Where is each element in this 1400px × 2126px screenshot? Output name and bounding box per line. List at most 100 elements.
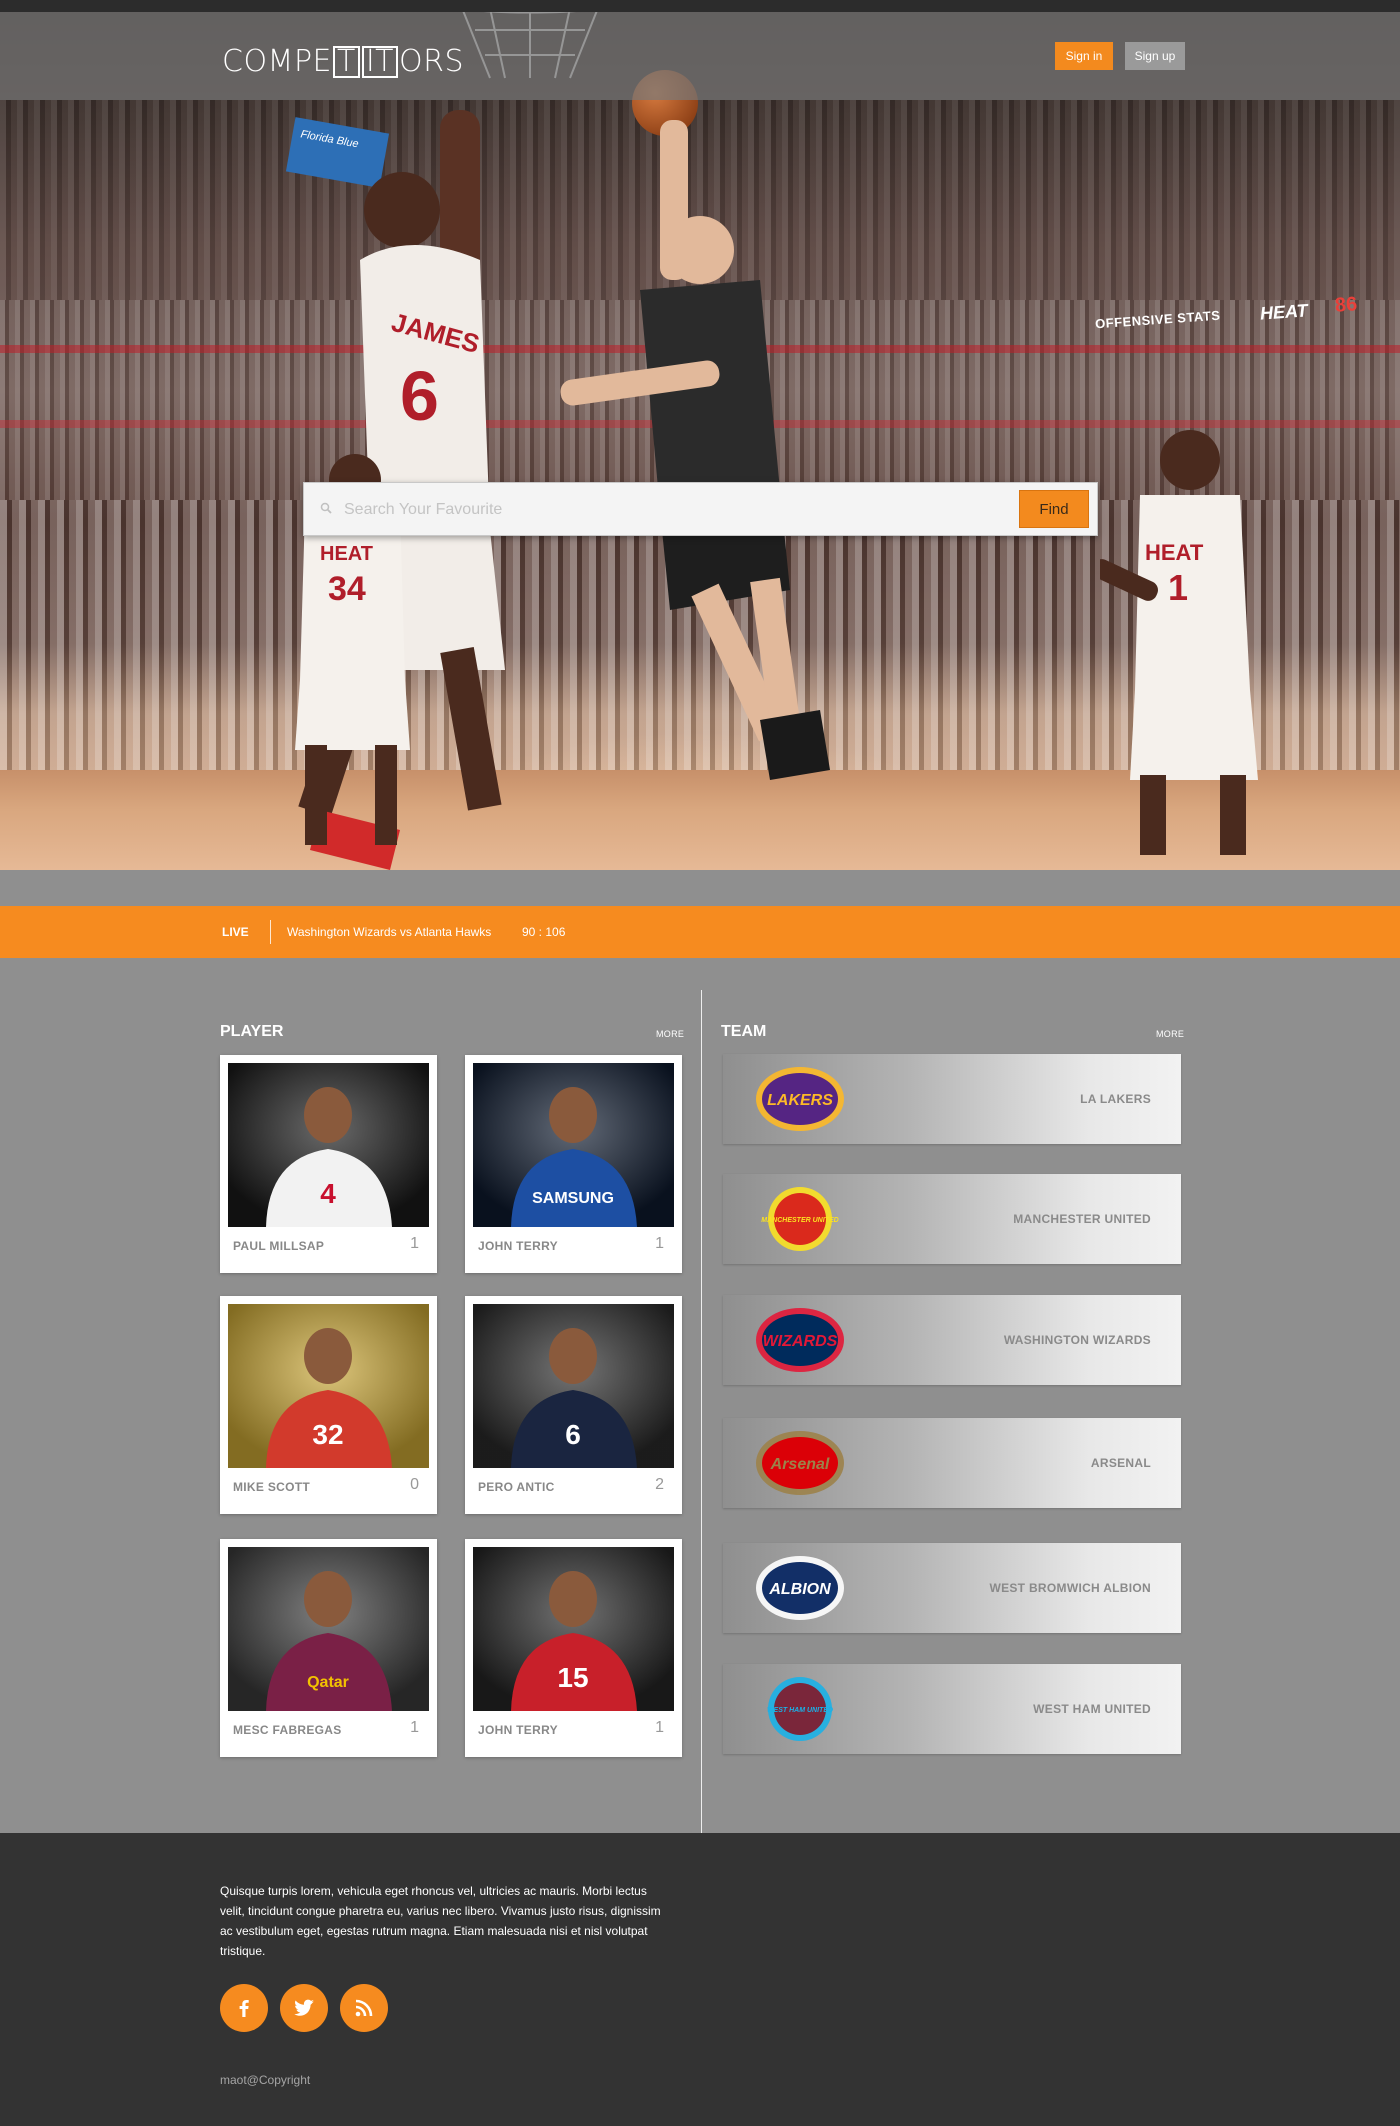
player-count: 1	[655, 1235, 664, 1252]
player-card[interactable]: 6 PERO ANTIC 2	[465, 1296, 682, 1514]
player-card[interactable]: 4 PAUL MILLSAP 1	[220, 1055, 437, 1273]
player-name: JOHN TERRY	[478, 1239, 558, 1253]
team-row[interactable]: Arsenal ARSENAL	[723, 1418, 1181, 1508]
scoreboard-score: 86	[1334, 293, 1358, 317]
player-photo: Qatar	[228, 1547, 429, 1711]
logo-text-end: ORS	[399, 44, 465, 79]
team-logo-text: MANCHESTER UNITED	[761, 1217, 838, 1224]
team-row[interactable]: WIZARDS WASHINGTON WIZARDS	[723, 1295, 1181, 1385]
player-jersey-number: 6	[565, 1419, 581, 1450]
team-logo-icon: MANCHESTER UNITED	[761, 1187, 839, 1251]
logo-text-start: COMPE	[222, 44, 332, 79]
live-score: 90 : 106	[522, 925, 566, 939]
column-divider	[701, 990, 702, 1953]
sign-in-button[interactable]: Sign in	[1055, 42, 1113, 70]
team-name: ARSENAL	[1090, 1456, 1151, 1470]
logo-box-letter: T	[333, 46, 360, 78]
player-name: PERO ANTIC	[478, 1480, 555, 1494]
scoreboard: OFFENSIVE STATS HEAT 86	[760, 293, 1358, 331]
player-count: 0	[410, 1476, 419, 1493]
team-name: WASHINGTON WIZARDS	[1003, 1333, 1151, 1347]
player-photo-image: 32	[228, 1304, 429, 1468]
jersey-number: 6	[400, 357, 439, 435]
player-count: 1	[410, 1719, 419, 1736]
player-photo-image: Qatar	[228, 1547, 429, 1711]
player-photo: 4	[228, 1063, 429, 1227]
twitter-icon	[294, 1999, 314, 2016]
player-photo: SAMSUNG	[473, 1063, 674, 1227]
team-logo-text: LAKERS	[767, 1092, 833, 1109]
sign-up-button[interactable]: Sign up	[1125, 42, 1185, 70]
player-name: MESC FABREGAS	[233, 1723, 342, 1737]
player-photo: 15	[473, 1547, 674, 1711]
footer	[0, 1833, 1400, 2126]
jersey-number: 34	[328, 570, 366, 608]
player-photo: 6	[473, 1304, 674, 1468]
team-row[interactable]: ALBION WEST BROMWICH ALBION	[723, 1543, 1181, 1633]
search-input[interactable]	[344, 495, 984, 525]
rss-icon	[355, 1999, 373, 2017]
search-bar: Find	[303, 482, 1098, 536]
logo-box-letter: IT	[361, 46, 399, 78]
player-card[interactable]: 15 JOHN TERRY 1	[465, 1539, 682, 1757]
team-logo-icon: WIZARDS	[756, 1308, 844, 1372]
player-card[interactable]: SAMSUNG JOHN TERRY 1	[465, 1055, 682, 1273]
team-row[interactable]: MANCHESTER UNITED MANCHESTER UNITED	[723, 1174, 1181, 1264]
player-count: 1	[410, 1235, 419, 1252]
player-photo-image: SAMSUNG	[473, 1063, 674, 1227]
jersey-name: HEAT	[1145, 540, 1204, 565]
team-logo-text: WEST HAM UNITED	[767, 1707, 833, 1714]
scoreboard-team: HEAT	[1259, 300, 1309, 324]
team-row[interactable]: LAKERS LA LAKERS	[723, 1054, 1181, 1144]
player-name: JOHN TERRY	[478, 1723, 558, 1737]
player-more-link[interactable]: MORE	[656, 1029, 684, 1039]
live-score-bar: LIVE Washington Wizards vs Atlanta Hawks…	[0, 906, 1400, 958]
search-icon	[320, 502, 332, 514]
team-logo-icon: LAKERS	[756, 1067, 844, 1131]
jersey-number: 1	[1168, 567, 1188, 608]
top-strip	[0, 0, 1400, 12]
player-photo-image: 15	[473, 1547, 674, 1711]
footer-text: Quisque turpis lorem, vehicula eget rhon…	[220, 1884, 661, 1958]
team-logo-text: ALBION	[768, 1581, 831, 1598]
copyright: maot@Copyright	[220, 2073, 311, 2087]
scoreboard-label: OFFENSIVE STATS	[1094, 307, 1221, 332]
top-navbar	[0, 12, 1400, 100]
team-more-link[interactable]: MORE	[1156, 1029, 1184, 1039]
jersey-name: HEAT	[320, 543, 373, 565]
live-match[interactable]: Washington Wizards vs Atlanta Hawks	[287, 925, 491, 939]
player-photo-image: 4	[228, 1063, 429, 1227]
live-divider	[270, 920, 271, 944]
player-jersey-number: Qatar	[307, 1674, 349, 1691]
live-label: LIVE	[222, 925, 249, 939]
player-jersey-number: SAMSUNG	[532, 1190, 614, 1207]
player-photo-image: 6	[473, 1304, 674, 1468]
site-logo[interactable]: COMPE T IT ORS	[222, 44, 464, 79]
player-figure-heat-1: HEAT 1	[1100, 430, 1258, 855]
main-content	[0, 958, 1400, 1833]
player-figure-spurs	[560, 120, 830, 780]
team-name: WEST HAM UNITED	[1033, 1702, 1151, 1716]
team-name: WEST BROMWICH ALBION	[989, 1581, 1151, 1595]
player-name: PAUL MILLSAP	[233, 1239, 325, 1253]
rss-button[interactable]	[340, 1984, 388, 2032]
player-jersey-number: 4	[320, 1178, 336, 1209]
team-logo-text: WIZARDS	[763, 1333, 838, 1350]
team-logo-icon: ALBION	[756, 1556, 844, 1620]
player-card[interactable]: 32 MIKE SCOTT 0	[220, 1296, 437, 1514]
player-card[interactable]: Qatar MESC FABREGAS 1	[220, 1539, 437, 1757]
team-row[interactable]: WEST HAM UNITED WEST HAM UNITED	[723, 1664, 1181, 1754]
team-name: MANCHESTER UNITED	[1013, 1212, 1151, 1226]
facebook-button[interactable]	[220, 1984, 268, 2032]
team-name: LA LAKERS	[1080, 1092, 1151, 1106]
player-count: 2	[655, 1476, 664, 1493]
facebook-icon	[239, 2000, 249, 2017]
player-jersey-number: 15	[557, 1662, 588, 1693]
team-logo-icon: WEST HAM UNITED	[767, 1677, 833, 1741]
team-logo-icon: Arsenal	[756, 1431, 844, 1495]
find-button[interactable]: Find	[1019, 490, 1089, 528]
player-name: MIKE SCOTT	[233, 1480, 310, 1494]
team-section-title: TEAM	[721, 1023, 767, 1040]
twitter-button[interactable]	[280, 1984, 328, 2032]
team-logo-text: Arsenal	[770, 1456, 830, 1473]
